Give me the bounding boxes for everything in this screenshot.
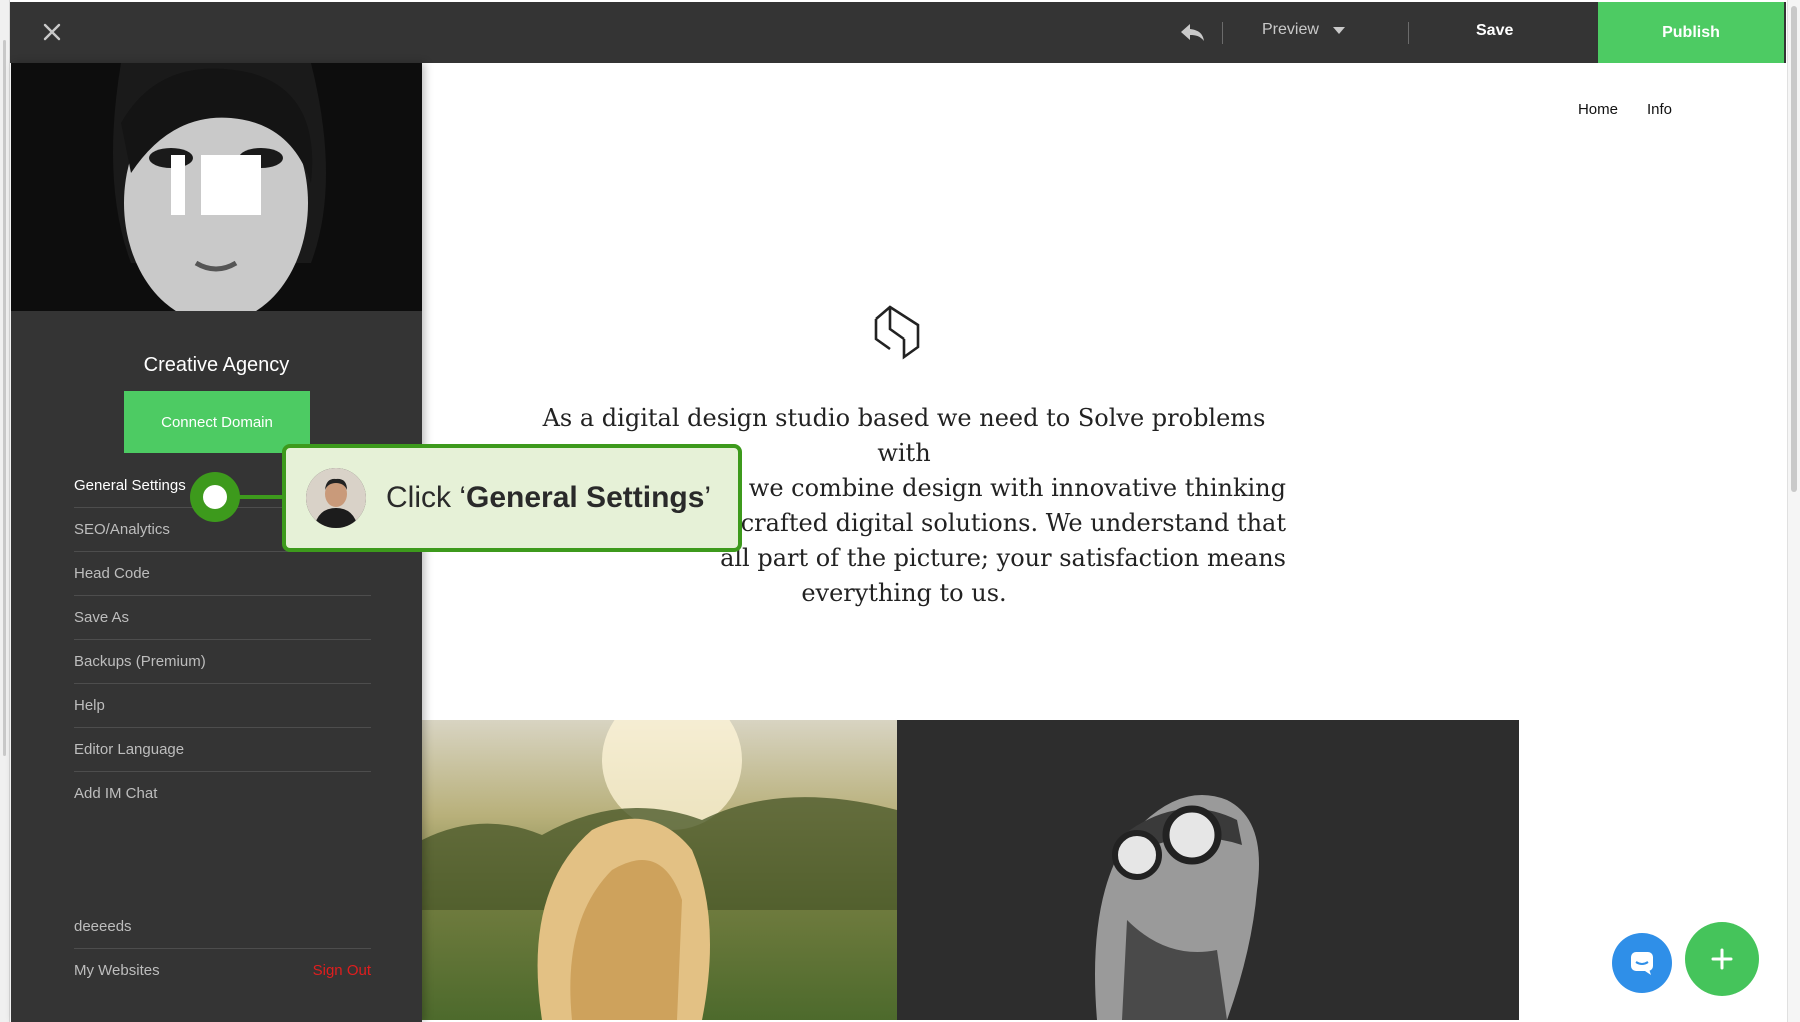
account-menu: deeeeds My Websites Sign Out [74, 905, 371, 992]
tutorial-target: General Settings [466, 481, 705, 514]
gallery-photo-man-goggles [897, 720, 1519, 1020]
gallery-photo-woman-field [422, 720, 897, 1020]
page-scrollbar[interactable] [1787, 0, 1800, 1022]
preview-label: Preview [1262, 21, 1319, 38]
save-button[interactable]: Save [1476, 22, 1513, 40]
sign-out-link[interactable]: Sign Out [313, 962, 371, 979]
site-name: Creative Agency [143, 354, 290, 376]
menu-item-head-code[interactable]: Head Code [74, 552, 371, 596]
publish-button[interactable]: Publish [1598, 2, 1784, 63]
account-links-row: My Websites Sign Out [74, 949, 371, 992]
window-frame-left [0, 0, 10, 1022]
tutorial-instruction: Click ‘General Settings’ [386, 481, 711, 515]
menu-item-help[interactable]: Help [74, 684, 371, 728]
site-thumbnail [11, 63, 422, 311]
close-icon[interactable] [32, 12, 72, 52]
scrollbar-thumb[interactable] [1791, 6, 1797, 492]
chevron-down-icon [1332, 26, 1345, 34]
tutorial-prefix: Click ‘ [386, 481, 466, 514]
tutorial-connector [238, 495, 284, 499]
brand-logo-icon [870, 303, 924, 361]
preview-dropdown[interactable]: Preview [1262, 21, 1345, 39]
site-nav: Home Info [1578, 101, 1672, 118]
menu-item-save-as[interactable]: Save As [74, 596, 371, 640]
avatar [306, 468, 366, 528]
tutorial-hotspot[interactable] [190, 472, 240, 522]
chat-button[interactable] [1612, 933, 1672, 993]
nav-info-link[interactable]: Info [1647, 101, 1672, 118]
menu-item-add-im-chat[interactable]: Add IM Chat [74, 772, 371, 815]
plus-icon [1711, 948, 1733, 970]
connect-domain-button[interactable]: Connect Domain [124, 391, 310, 453]
menu-item-backups[interactable]: Backups (Premium) [74, 640, 371, 684]
username: deeeeds [74, 918, 132, 935]
toolbar-divider [1408, 22, 1409, 44]
undo-icon[interactable] [1178, 19, 1208, 47]
menu-item-editor-language[interactable]: Editor Language [74, 728, 371, 772]
account-username-row: deeeeds [74, 905, 371, 949]
nav-home-link[interactable]: Home [1578, 101, 1618, 118]
hotspot-dot [203, 485, 227, 509]
my-websites-link[interactable]: My Websites [74, 962, 160, 979]
tutorial-callout: Click ‘General Settings’ [282, 444, 742, 552]
editor-toolbar: Preview Save Publish [10, 2, 1786, 63]
tutorial-suffix: ’ [704, 481, 712, 514]
toolbar-divider [1222, 22, 1223, 44]
frame-left-scrollbar [3, 40, 6, 756]
chat-icon [1631, 952, 1653, 975]
about-line: everything to us. [801, 579, 1007, 607]
add-element-button[interactable] [1685, 922, 1759, 996]
